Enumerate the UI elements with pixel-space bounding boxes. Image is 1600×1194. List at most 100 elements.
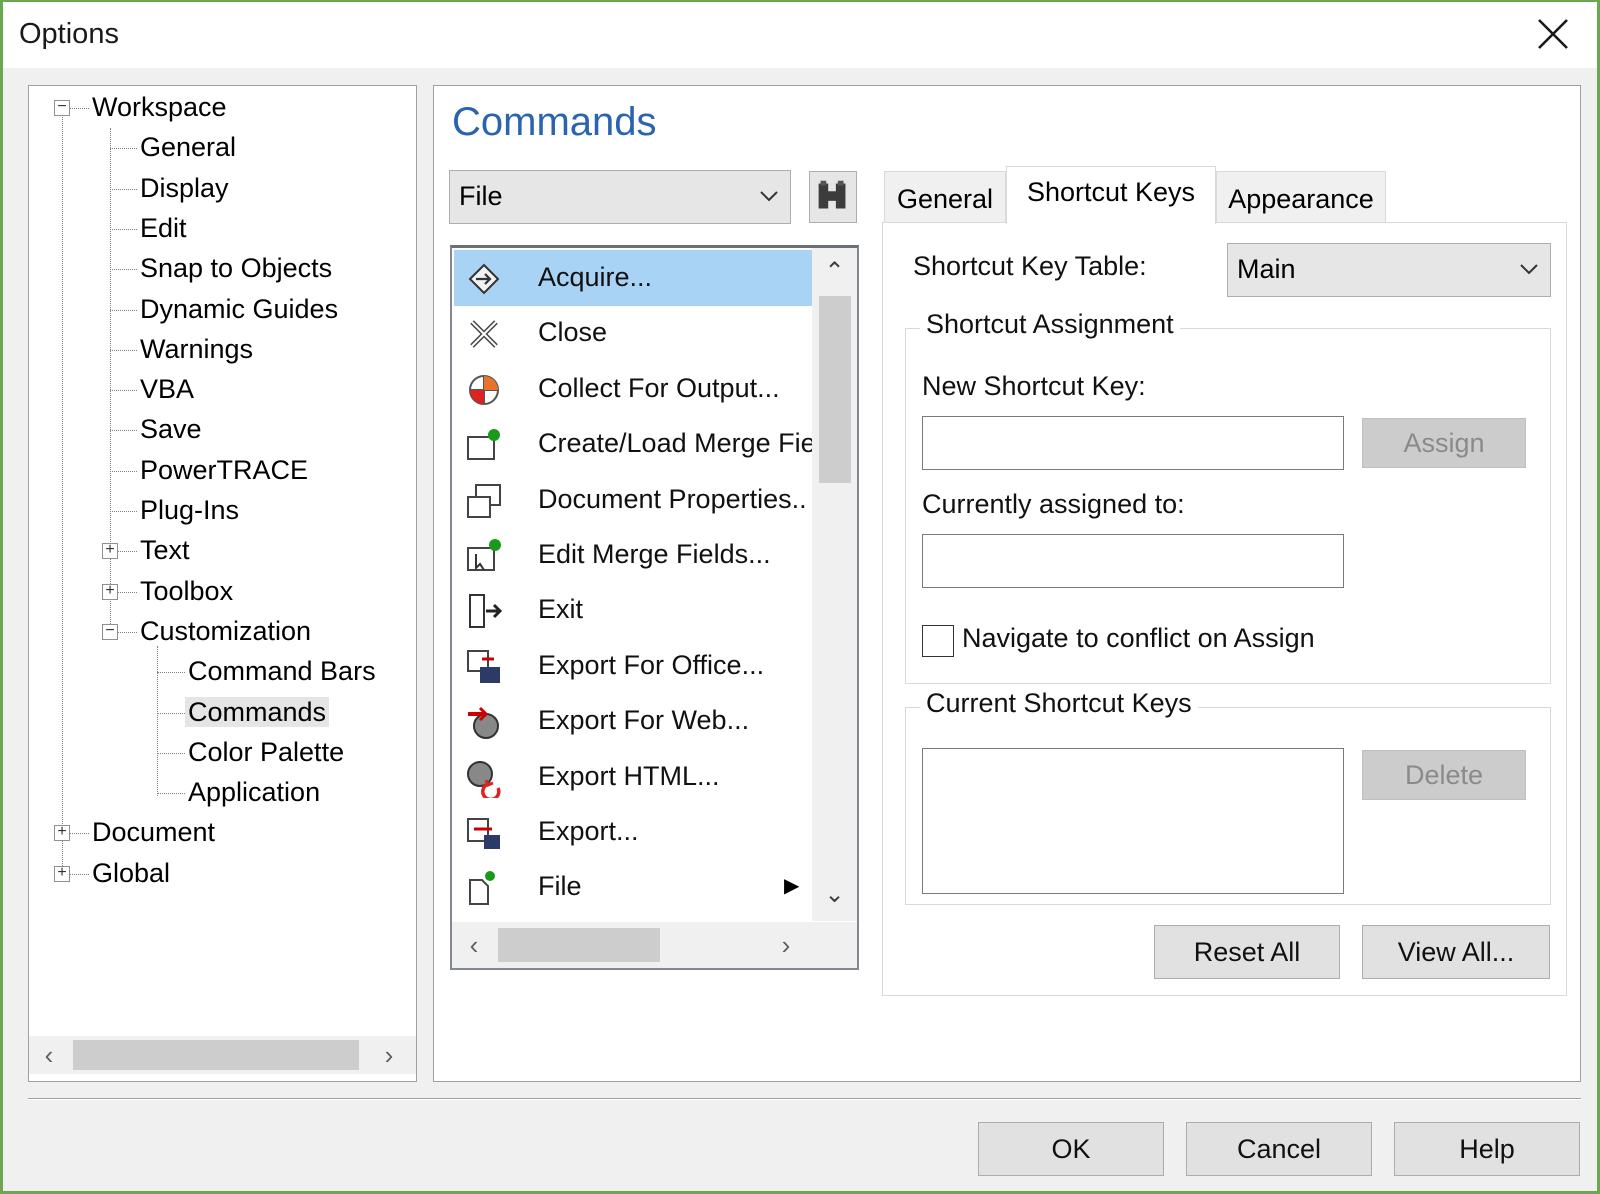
cancel-button[interactable]: Cancel — [1186, 1122, 1372, 1176]
command-item-acquire[interactable]: Acquire... — [454, 250, 812, 306]
merge-file-icon — [464, 425, 504, 465]
binoculars-icon — [818, 180, 846, 209]
scroll-left-icon[interactable]: ‹ — [458, 926, 490, 964]
tree-item-label: Command Bars — [188, 656, 376, 687]
tree-item-label: Toolbox — [140, 575, 234, 606]
tree-connector-line — [157, 672, 185, 674]
command-list-vertical-scrollbar[interactable]: ⌃ ⌄ — [812, 248, 857, 921]
navigate-conflict-label[interactable]: Navigate to conflict on Assign — [962, 623, 1315, 654]
tree-connector-line — [118, 631, 137, 633]
tree-item-command-bars[interactable]: Command Bars — [185, 652, 379, 690]
category-select-value: File — [459, 181, 503, 211]
tree-connector-line — [70, 873, 89, 875]
tree-item-label: Global — [92, 857, 171, 888]
scroll-thumb[interactable] — [73, 1040, 359, 1070]
tree-item-text[interactable]: Text — [137, 531, 193, 569]
collapse-icon[interactable]: − — [102, 622, 118, 640]
navigate-conflict-checkbox[interactable] — [922, 625, 954, 657]
tab-shortcut-keys[interactable]: Shortcut Keys — [1006, 166, 1216, 224]
options-tree[interactable]: Workspace − General Display Edit Snap to Obje… — [29, 86, 416, 1036]
command-item-file[interactable]: File ▶ — [454, 859, 812, 915]
tree-horizontal-scrollbar[interactable]: ‹ › — [29, 1036, 416, 1074]
tree-item-global[interactable]: Global — [89, 854, 173, 892]
command-label: Export For Web... — [538, 705, 750, 736]
command-item-export-for-office[interactable]: Export For Office... — [454, 638, 812, 694]
command-list[interactable]: Acquire... Close Collect For Output... Crea… — [450, 245, 859, 970]
tree-item-vba[interactable]: VBA — [137, 370, 197, 408]
tree-connector-line — [157, 646, 158, 796]
tree-item-label: Workspace — [92, 92, 227, 122]
command-item-exit[interactable]: Exit — [454, 582, 812, 638]
assign-button[interactable]: Assign — [1362, 418, 1526, 468]
tree-item-general[interactable]: General — [137, 128, 239, 166]
current-shortcuts-list[interactable] — [922, 748, 1344, 894]
tab-general[interactable]: General — [884, 171, 1006, 224]
ok-button[interactable]: OK — [978, 1122, 1164, 1176]
find-command-button[interactable] — [809, 171, 857, 223]
shortcut-keys-page: Shortcut Key Table: Main Shortcut Assign… — [882, 222, 1567, 996]
tree-connector-line — [157, 752, 185, 754]
command-item-close[interactable]: Close — [454, 305, 812, 361]
tab-appearance[interactable]: Appearance — [1216, 171, 1386, 224]
new-shortcut-input[interactable] — [922, 416, 1344, 470]
scroll-left-icon[interactable]: ‹ — [33, 1036, 65, 1074]
tree-item-warnings[interactable]: Warnings — [137, 330, 256, 368]
command-item-edit-merge-fields[interactable]: Edit Merge Fields... — [454, 527, 812, 583]
expand-icon[interactable]: + — [102, 542, 118, 560]
scroll-right-icon[interactable]: › — [373, 1036, 405, 1074]
tree-item-powertrace[interactable]: PowerTRACE — [137, 451, 311, 489]
scroll-thumb[interactable] — [819, 296, 851, 483]
tree-item-toolbox[interactable]: Toolbox — [137, 572, 236, 610]
command-item-collect-for-output[interactable]: Collect For Output... — [454, 361, 812, 417]
scroll-thumb[interactable] — [498, 928, 660, 962]
command-label: Collect For Output... — [538, 372, 780, 403]
command-item-document-properties[interactable]: Document Properties.. — [454, 472, 812, 528]
current-shortcuts-group: Current Shortcut Keys Delete — [905, 688, 1551, 905]
tree-connector-line — [110, 269, 137, 271]
tree-item-display[interactable]: Display — [137, 169, 232, 207]
tree-item-edit[interactable]: Edit — [137, 209, 190, 247]
command-item-export-for-web[interactable]: Export For Web... — [454, 693, 812, 749]
reset-all-button[interactable]: Reset All — [1154, 925, 1340, 979]
command-label: Export HTML... — [538, 760, 720, 791]
tree-connector-line — [110, 128, 111, 636]
export-html-icon — [464, 758, 504, 801]
tree-connector-line — [110, 390, 137, 392]
command-item-create-load-merge-fie[interactable]: Create/Load Merge Fie — [454, 416, 816, 472]
command-item-export[interactable]: Export... — [454, 804, 812, 860]
tree-item-label: Edit — [140, 212, 187, 243]
tree-item-customization[interactable]: Customization — [137, 612, 314, 650]
scroll-right-icon[interactable]: › — [770, 926, 802, 964]
tree-item-commands[interactable]: Commands — [185, 693, 330, 731]
options-dialog: Options Workspace − General Display Edit Snap… — [0, 0, 1600, 1194]
tree-item-label: Dynamic Guides — [140, 293, 339, 324]
tree-connector-line — [110, 148, 137, 150]
expand-icon[interactable]: + — [54, 824, 70, 842]
category-select[interactable]: File — [449, 170, 791, 224]
tree-item-snap-to-objects[interactable]: Snap to Objects — [137, 249, 335, 287]
close-icon[interactable] — [1531, 12, 1575, 56]
expand-icon[interactable]: + — [102, 582, 118, 600]
tree-connector-line — [70, 108, 89, 109]
tree-item-document[interactable]: Document — [89, 813, 218, 851]
expand-icon[interactable]: + — [54, 864, 70, 882]
delete-button[interactable]: Delete — [1362, 750, 1526, 800]
command-label: Edit Merge Fields... — [538, 539, 771, 569]
tree-connector-line — [118, 551, 137, 553]
chevron-down-icon[interactable]: ⌄ — [812, 875, 857, 915]
view-all-button[interactable]: View All... — [1362, 925, 1550, 979]
tree-item-color-palette[interactable]: Color Palette — [185, 733, 347, 771]
chevron-up-icon[interactable]: ⌃ — [812, 252, 857, 292]
collect-output-icon — [464, 370, 504, 410]
help-button[interactable]: Help — [1394, 1122, 1580, 1176]
command-list-horizontal-scrollbar[interactable]: ‹ › — [452, 922, 857, 968]
tree-item-application[interactable]: Application — [185, 773, 323, 811]
tree-item-workspace[interactable]: Workspace — [89, 88, 230, 126]
collapse-icon[interactable]: − — [54, 99, 70, 116]
shortcut-table-select[interactable]: Main — [1227, 243, 1551, 297]
tree-item-dynamic-guides[interactable]: Dynamic Guides — [137, 290, 341, 328]
shortcut-table-value: Main — [1237, 254, 1296, 284]
tree-item-save[interactable]: Save — [137, 410, 205, 448]
tree-item-plug-ins[interactable]: Plug-Ins — [137, 491, 242, 529]
command-item-export-html[interactable]: Export HTML... — [454, 749, 812, 805]
